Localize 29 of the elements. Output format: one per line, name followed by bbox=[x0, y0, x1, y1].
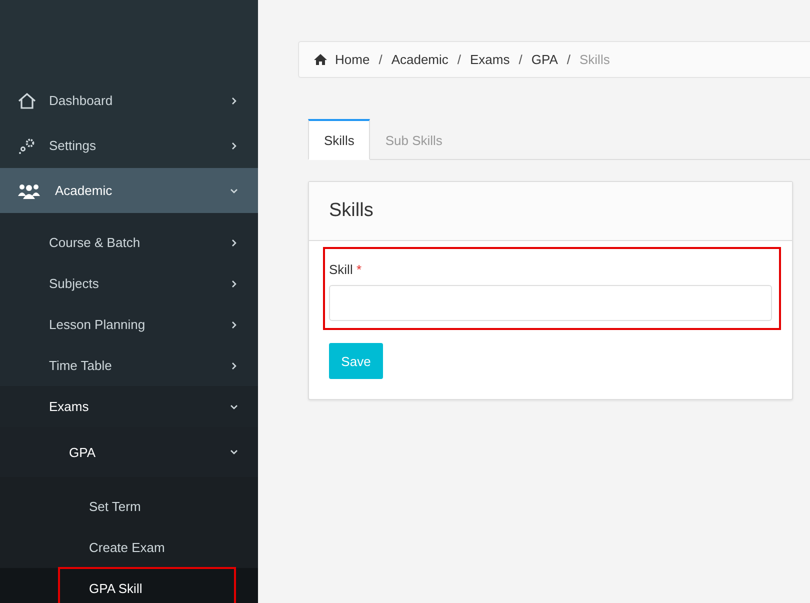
menu-item[interactable]: Create Exam bbox=[0, 527, 258, 568]
breadcrumb-separator: / bbox=[457, 52, 462, 67]
menu-item[interactable]: Settings bbox=[0, 123, 258, 168]
menu-item[interactable]: Academic bbox=[0, 168, 258, 213]
gears-icon bbox=[18, 138, 36, 154]
menu-item[interactable]: Time Table bbox=[0, 345, 258, 386]
breadcrumb-separator: / bbox=[518, 52, 522, 67]
breadcrumb-link[interactable]: Exams bbox=[470, 52, 510, 67]
breadcrumb-link[interactable]: Home bbox=[335, 52, 370, 67]
breadcrumb-link[interactable]: GPA bbox=[531, 52, 558, 67]
menu-item[interactable]: GPA bbox=[0, 427, 258, 477]
tab[interactable]: Skills bbox=[308, 119, 370, 160]
field-label: Skill * bbox=[329, 262, 363, 277]
breadcrumb-separator: / bbox=[378, 52, 382, 67]
home-icon bbox=[18, 92, 36, 108]
breadcrumb-separator: / bbox=[566, 52, 570, 67]
menu-item[interactable]: GPA Skill bbox=[0, 568, 258, 603]
menu-item[interactable]: Dashboard bbox=[0, 78, 258, 123]
menu-item[interactable]: Exams bbox=[0, 386, 258, 427]
breadcrumb-link[interactable]: Academic bbox=[391, 52, 448, 67]
breadcrumb-current: Skills bbox=[580, 52, 610, 67]
skill-input-field[interactable] bbox=[329, 285, 772, 321]
users-icon bbox=[18, 182, 40, 198]
menu-item[interactable]: Course & Batch bbox=[0, 222, 258, 263]
menu-item[interactable]: Lesson Planning bbox=[0, 304, 258, 345]
home-icon bbox=[314, 54, 327, 65]
menu-item[interactable]: Subjects bbox=[0, 263, 258, 304]
menu-item[interactable]: Set Term bbox=[0, 486, 258, 527]
card-title: Skills bbox=[309, 182, 792, 241]
